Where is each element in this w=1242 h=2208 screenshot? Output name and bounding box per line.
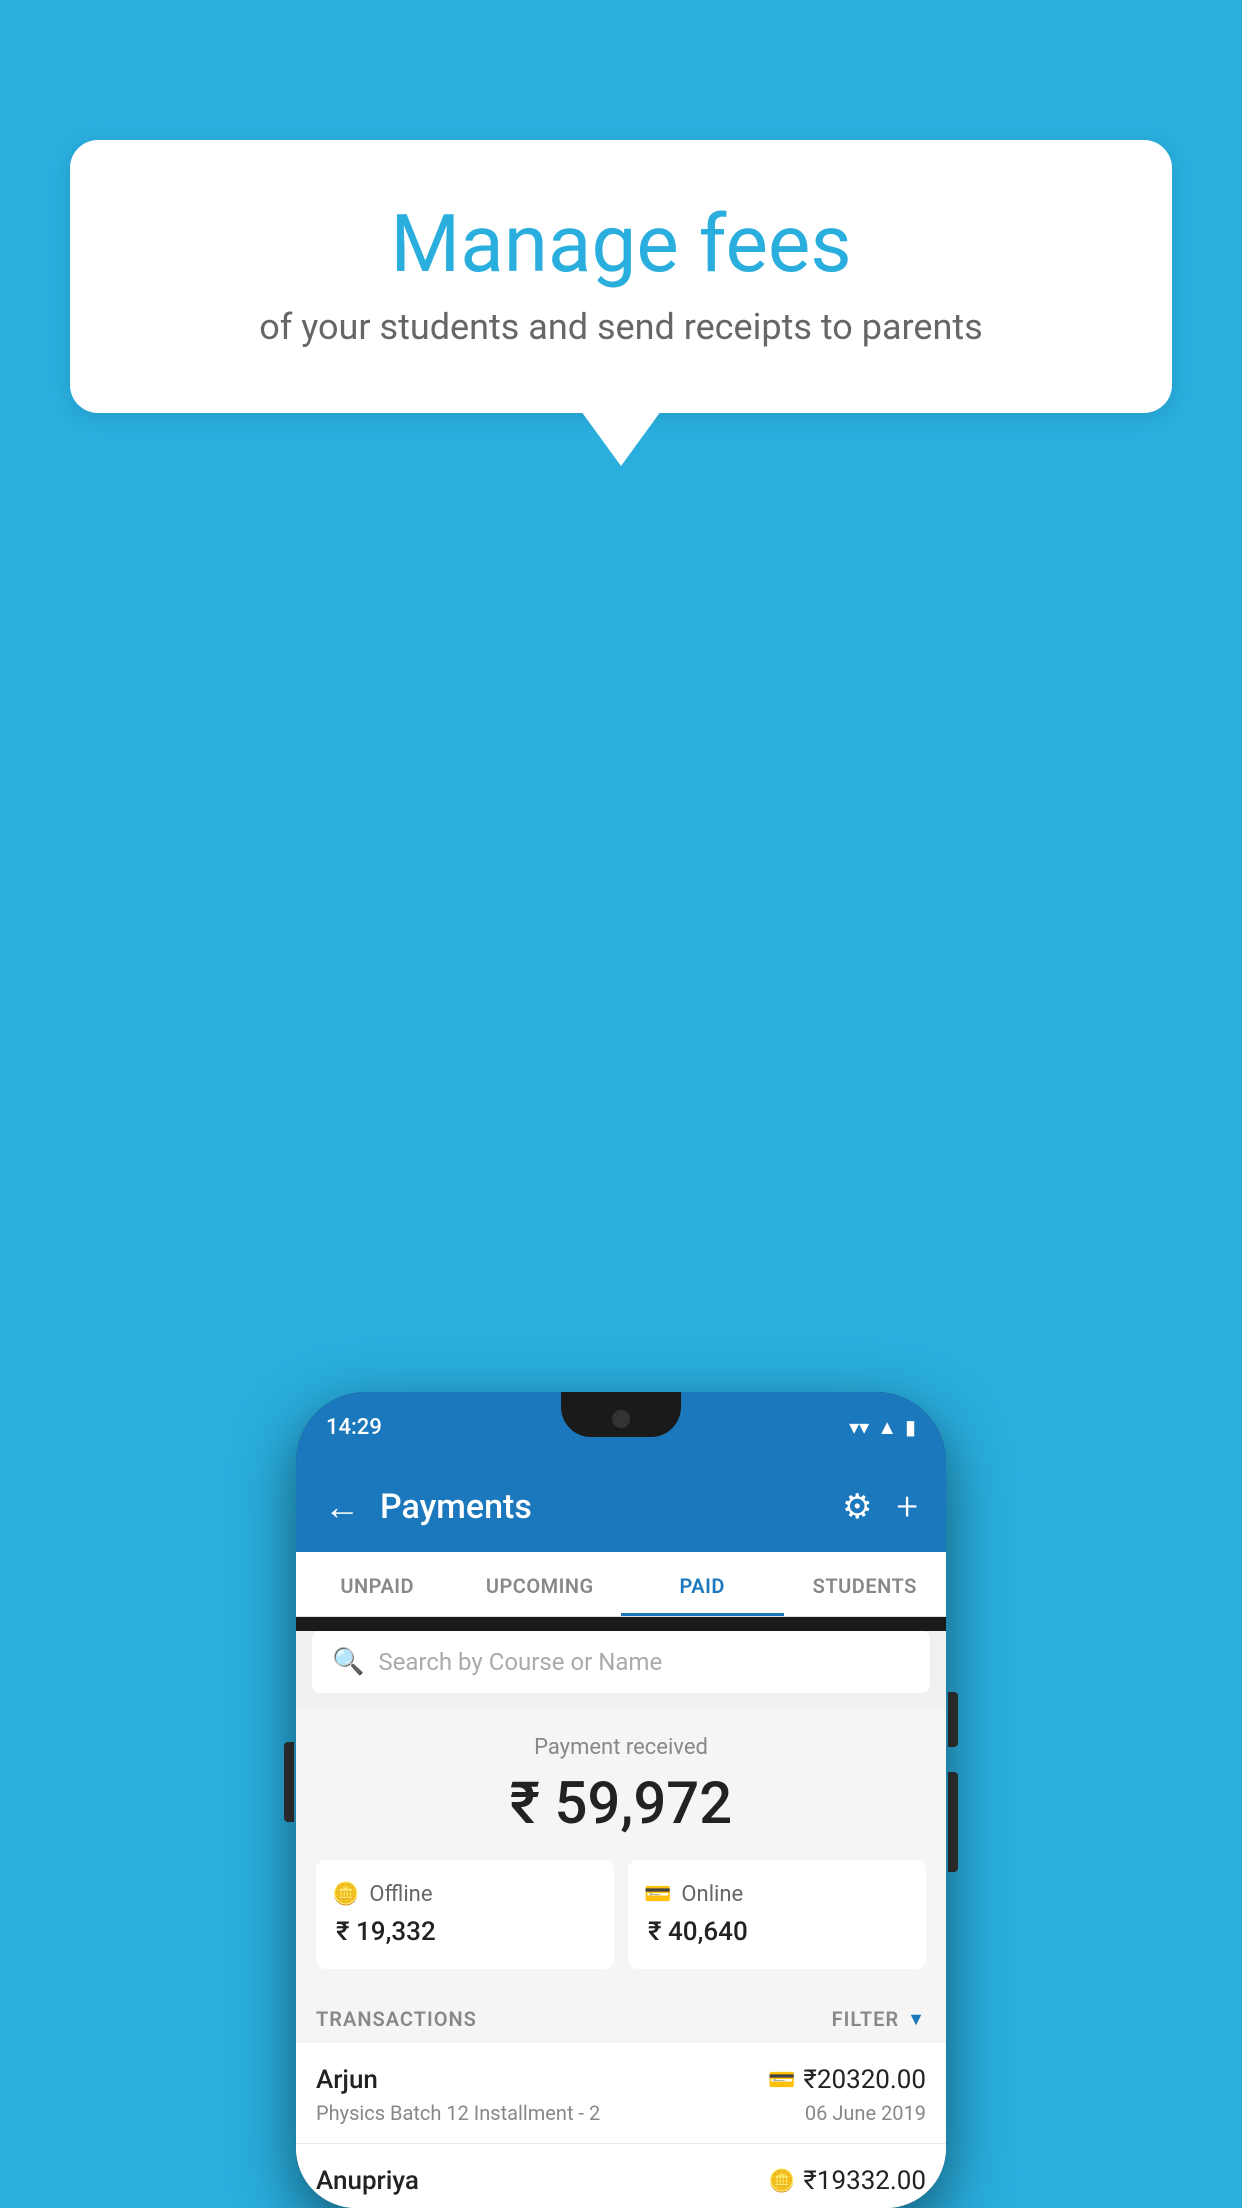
offline-label: Offline — [369, 1882, 432, 1907]
search-bar[interactable]: 🔍 Search by Course or Name — [312, 1631, 930, 1693]
transaction-amount: ₹20320.00 — [803, 2065, 926, 2095]
filter-text: FILTER — [832, 2007, 900, 2031]
power-button — [948, 1692, 958, 1747]
partial-amount-wrap: 🪙 ₹19332.00 — [768, 2166, 926, 2196]
page-title: Payments — [380, 1487, 532, 1527]
speech-bubble-subtitle: of your students and send receipts to pa… — [120, 306, 1122, 348]
filter-icon: ▼ — [907, 2009, 926, 2030]
camera-dot — [612, 1410, 630, 1428]
transaction-name: Anupriya — [316, 2166, 419, 2196]
transaction-date: 06 June 2019 — [805, 2101, 926, 2125]
signal-icon: ▲ — [877, 1415, 897, 1440]
table-row[interactable]: Arjun 💳 ₹20320.00 Physics Batch 12 Insta… — [296, 2043, 946, 2144]
offline-payment-icon: 🪙 — [768, 2169, 795, 2194]
header-left: ← Payments — [324, 1486, 532, 1528]
battery-icon: ▮ — [905, 1415, 916, 1439]
speech-bubble-arrow — [581, 411, 661, 466]
transaction-amount-wrap: 💳 ₹20320.00 — [768, 2065, 926, 2095]
header-right: ⚙ + — [842, 1485, 918, 1529]
volume-button — [284, 1742, 294, 1822]
tab-students[interactable]: STUDENTS — [784, 1552, 947, 1616]
search-icon: 🔍 — [332, 1647, 364, 1677]
back-button[interactable]: ← — [324, 1486, 360, 1528]
tab-upcoming[interactable]: UPCOMING — [459, 1552, 622, 1616]
wifi-icon: ▾▾ — [849, 1415, 869, 1439]
transaction-detail: Physics Batch 12 Installment - 2 — [316, 2101, 600, 2125]
offline-card-top: 🪙 Offline — [332, 1882, 432, 1907]
online-payment-icon: 💳 — [768, 2068, 795, 2093]
transaction-name: Arjun — [316, 2065, 378, 2095]
offline-amount: ₹ 19,332 — [332, 1917, 436, 1947]
transactions-header: TRANSACTIONS FILTER ▼ — [296, 1989, 946, 2043]
app-header: ← Payments ⚙ + — [296, 1462, 946, 1552]
transaction-top: Arjun 💳 ₹20320.00 — [316, 2065, 926, 2095]
online-icon: 💳 — [644, 1882, 671, 1907]
transaction-amount: ₹19332.00 — [803, 2166, 926, 2196]
online-card-top: 💳 Online — [644, 1882, 743, 1907]
settings-icon[interactable]: ⚙ — [842, 1487, 872, 1527]
offline-card: 🪙 Offline ₹ 19,332 — [316, 1860, 614, 1969]
online-card: 💳 Online ₹ 40,640 — [628, 1860, 926, 1969]
speech-bubble-container: Manage fees of your students and send re… — [70, 140, 1172, 468]
transactions-label: TRANSACTIONS — [316, 2007, 477, 2031]
status-bar: 14:29 ▾▾ ▲ ▮ — [296, 1392, 946, 1462]
payment-received-label: Payment received — [316, 1735, 926, 1760]
speech-bubble-title: Manage fees — [120, 200, 1122, 288]
offline-icon: 🪙 — [332, 1882, 359, 1907]
phone-container: 14:29 ▾▾ ▲ ▮ ← Payments ⚙ + UNPAID — [296, 1392, 946, 2208]
tab-paid[interactable]: PAID — [621, 1552, 784, 1616]
payment-section: Payment received ₹ 59,972 🪙 Offline ₹ 19… — [296, 1707, 946, 1989]
speech-bubble: Manage fees of your students and send re… — [70, 140, 1172, 413]
payment-cards: 🪙 Offline ₹ 19,332 💳 Online ₹ 40,640 — [316, 1860, 926, 1969]
volume-down-button — [948, 1772, 958, 1872]
online-amount: ₹ 40,640 — [644, 1917, 748, 1947]
screen-content: 🔍 Search by Course or Name Payment recei… — [296, 1631, 946, 2208]
table-row[interactable]: Anupriya 🪙 ₹19332.00 — [296, 2144, 946, 2208]
status-icons: ▾▾ ▲ ▮ — [849, 1415, 916, 1440]
transaction-bottom: Physics Batch 12 Installment - 2 06 June… — [316, 2101, 926, 2125]
tabs-container: UNPAID UPCOMING PAID STUDENTS — [296, 1552, 946, 1617]
payment-received-amount: ₹ 59,972 — [316, 1770, 926, 1838]
status-time: 14:29 — [326, 1415, 382, 1440]
phone-notch — [561, 1392, 681, 1437]
online-label: Online — [681, 1882, 743, 1907]
add-button[interactable]: + — [897, 1485, 918, 1529]
filter-button[interactable]: FILTER ▼ — [832, 2007, 926, 2031]
tab-unpaid[interactable]: UNPAID — [296, 1552, 459, 1616]
phone-frame: 14:29 ▾▾ ▲ ▮ ← Payments ⚙ + UNPAID — [296, 1392, 946, 2208]
search-input[interactable]: Search by Course or Name — [378, 1648, 662, 1676]
